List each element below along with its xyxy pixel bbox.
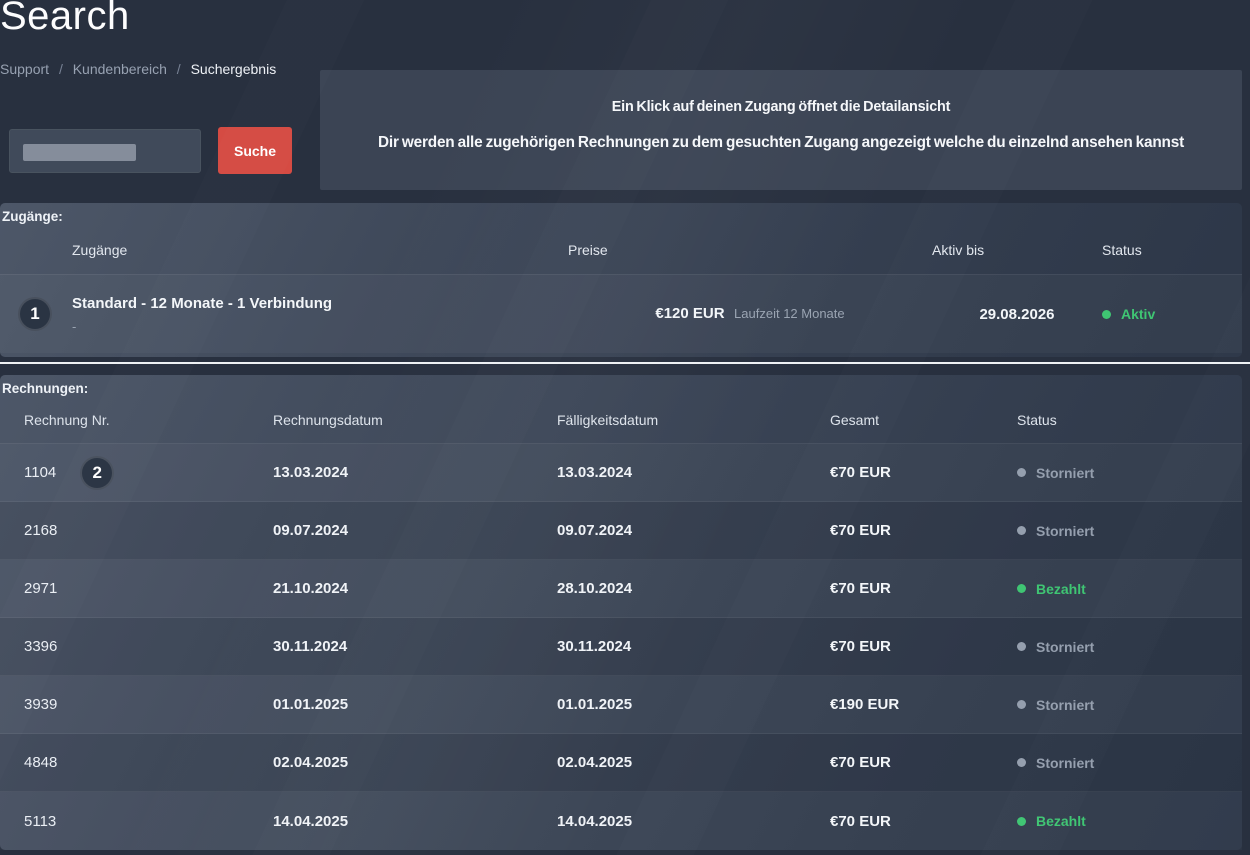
access-status: Aktiv <box>1102 306 1242 322</box>
invoice-due-date-cell: 02.04.2025 <box>557 754 830 771</box>
invoice-row[interactable]: 2168 09.07.2024 09.07.2024 €70 EUR Storn… <box>0 502 1242 560</box>
breadcrumb-separator: / <box>177 61 181 77</box>
access-row[interactable]: 1 Standard - 12 Monate - 1 Verbindung - … <box>0 275 1242 353</box>
status-dot-icon <box>1017 584 1026 593</box>
invoice-date-cell: 30.11.2024 <box>273 638 557 655</box>
invoice-status-cell: Storniert <box>1017 697 1242 713</box>
invoice-row[interactable]: 4848 02.04.2025 02.04.2025 €70 EUR Storn… <box>0 734 1242 792</box>
accesses-col-status: Status <box>1102 242 1242 258</box>
invoice-number-cell: 3939 <box>24 696 273 713</box>
invoice-status-cell: Bezahlt <box>1017 813 1242 829</box>
invoice-number-cell: 2971 <box>24 580 273 597</box>
status-dot-icon <box>1017 468 1026 477</box>
search-button[interactable]: Suche <box>218 127 292 174</box>
invoice-status-cell: Storniert <box>1017 755 1242 771</box>
invoices-table-body: 1104 2 13.03.2024 13.03.2024 €70 EUR Sto… <box>0 444 1242 850</box>
invoice-number-cell: 2168 <box>24 522 273 539</box>
info-banner-line1: Ein Klick auf deinen Zugang öffnet die D… <box>338 98 1223 115</box>
status-dot-icon <box>1017 700 1026 709</box>
invoice-date-cell: 09.07.2024 <box>273 522 557 539</box>
invoice-status-cell: Storniert <box>1017 639 1242 655</box>
accesses-section-label: Zugänge: <box>0 203 1242 225</box>
invoice-row[interactable]: 3396 30.11.2024 30.11.2024 €70 EUR Storn… <box>0 618 1242 676</box>
breadcrumb-item-kundenbereich[interactable]: Kundenbereich <box>73 61 167 77</box>
invoice-date-cell: 21.10.2024 <box>273 580 557 597</box>
invoice-date-cell: 02.04.2025 <box>273 754 557 771</box>
invoice-number-cell: 1104 2 <box>24 456 273 490</box>
invoice-total-cell: €70 EUR <box>830 522 1017 539</box>
invoices-panel: Rechnungen: Rechnung Nr. Rechnungsdatum … <box>0 375 1242 850</box>
invoice-due-date-cell: 30.11.2024 <box>557 638 830 655</box>
invoice-due-date-cell: 01.01.2025 <box>557 696 830 713</box>
search-input[interactable] <box>10 130 200 172</box>
step-marker-2: 2 <box>80 456 114 490</box>
status-dot-icon <box>1102 310 1111 319</box>
invoice-total-cell: €70 EUR <box>830 464 1017 481</box>
status-dot-icon <box>1017 642 1026 651</box>
invoice-due-date-cell: 28.10.2024 <box>557 580 830 597</box>
invoice-date-cell: 14.04.2025 <box>273 813 557 830</box>
invoices-col-due-date: Fälligkeitsdatum <box>557 412 830 428</box>
step-marker-1: 1 <box>18 297 52 331</box>
invoice-due-date-cell: 13.03.2024 <box>557 464 830 481</box>
access-active-until: 29.08.2026 <box>932 306 1102 323</box>
access-name: Standard - 12 Monate - 1 Verbindung <box>72 295 568 312</box>
info-banner-line2: Dir werden alle zugehörigen Rechnungen z… <box>338 134 1223 152</box>
breadcrumb-item-support[interactable]: Support <box>0 61 49 77</box>
invoice-date-cell: 13.03.2024 <box>273 464 557 481</box>
invoice-number-cell: 5113 <box>24 813 273 830</box>
invoice-row[interactable]: 5113 14.04.2025 14.04.2025 €70 EUR Bezah… <box>0 792 1242 850</box>
accesses-col-name: Zugänge <box>72 242 568 258</box>
invoice-row[interactable]: 1104 2 13.03.2024 13.03.2024 €70 EUR Sto… <box>0 444 1242 502</box>
invoices-table-header: Rechnung Nr. Rechnungsdatum Fälligkeitsd… <box>0 397 1242 444</box>
breadcrumb: Support / Kundenbereich / Suchergebnis <box>0 61 276 77</box>
access-price-cell: €120 EUR Laufzeit 12 Monate <box>568 305 932 323</box>
access-subtitle: - <box>72 319 568 334</box>
invoice-number-cell: 3396 <box>24 638 273 655</box>
accesses-panel: Zugänge: Zugänge Preise Aktiv bis Status… <box>0 203 1242 357</box>
page-header: Search Support / Kundenbereich / Sucherg… <box>0 0 1250 203</box>
breadcrumb-separator: / <box>59 61 63 77</box>
invoices-col-number: Rechnung Nr. <box>24 412 273 428</box>
access-price-note: Laufzeit 12 Monate <box>734 306 845 321</box>
section-divider <box>0 362 1250 364</box>
invoice-number-cell: 4848 <box>24 754 273 771</box>
invoice-due-date-cell: 14.04.2025 <box>557 813 830 830</box>
invoice-status-cell: Bezahlt <box>1017 581 1242 597</box>
invoice-total-cell: €70 EUR <box>830 754 1017 771</box>
accesses-col-active-until: Aktiv bis <box>932 242 1102 258</box>
accesses-col-price: Preise <box>568 242 932 258</box>
invoice-total-cell: €190 EUR <box>830 696 1017 713</box>
invoices-col-total: Gesamt <box>830 412 1017 428</box>
accesses-table-header: Zugänge Preise Aktiv bis Status <box>0 225 1242 275</box>
status-dot-icon <box>1017 817 1026 826</box>
status-dot-icon <box>1017 526 1026 535</box>
invoices-col-invoice-date: Rechnungsdatum <box>273 412 557 428</box>
invoice-total-cell: €70 EUR <box>830 813 1017 830</box>
invoice-total-cell: €70 EUR <box>830 638 1017 655</box>
invoice-status-cell: Storniert <box>1017 523 1242 539</box>
search-field-wrapper <box>9 129 201 173</box>
invoice-row[interactable]: 3939 01.01.2025 01.01.2025 €190 EUR Stor… <box>0 676 1242 734</box>
invoice-row[interactable]: 2971 21.10.2024 28.10.2024 €70 EUR Bezah… <box>0 560 1242 618</box>
invoices-col-status: Status <box>1017 412 1242 428</box>
status-dot-icon <box>1017 758 1026 767</box>
info-banner: Ein Klick auf deinen Zugang öffnet die D… <box>320 70 1242 190</box>
invoice-due-date-cell: 09.07.2024 <box>557 522 830 539</box>
invoice-status-cell: Storniert <box>1017 465 1242 481</box>
invoices-section-label: Rechnungen: <box>0 375 1242 397</box>
page-title: Search <box>0 0 130 39</box>
breadcrumb-item-current: Suchergebnis <box>191 61 277 77</box>
invoice-total-cell: €70 EUR <box>830 580 1017 597</box>
access-price: €120 EUR <box>655 305 724 322</box>
invoice-date-cell: 01.01.2025 <box>273 696 557 713</box>
